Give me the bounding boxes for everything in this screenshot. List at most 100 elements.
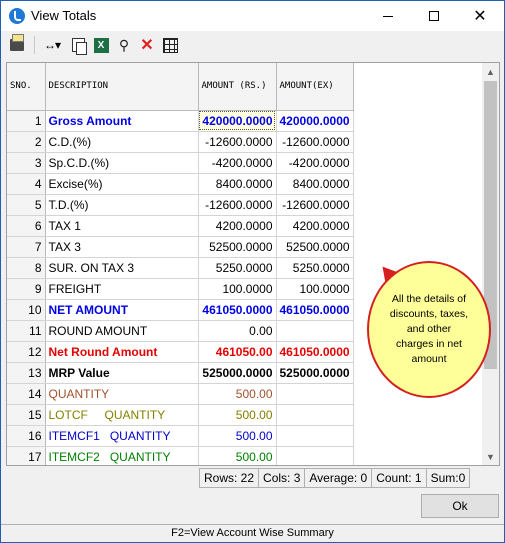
delete-button[interactable]: ✕ — [137, 35, 157, 55]
table-row[interactable]: 11 ROUND AMOUNT 0.00 — [7, 320, 354, 342]
cell-amount[interactable]: -4200.0000 — [198, 152, 277, 174]
cell-description[interactable]: Sp.C.D.(%) — [45, 152, 199, 174]
cell-sno[interactable]: 17 — [7, 446, 46, 465]
export-excel-button[interactable]: X — [91, 35, 111, 55]
table-row[interactable]: 14 QUANTITY 500.00 — [7, 383, 354, 405]
cell-sno[interactable]: 9 — [7, 278, 46, 300]
table-row[interactable]: 2 C.D.(%) -12600.0000 -12600.0000 — [7, 131, 354, 153]
cell-description[interactable]: NET AMOUNT — [45, 299, 199, 321]
table-row[interactable]: 16 ITEMCF1 QUANTITY 500.00 — [7, 425, 354, 447]
cell-description[interactable]: SUR. ON TAX 3 — [45, 257, 199, 279]
cell-amount[interactable]: 8400.0000 — [198, 173, 277, 195]
table-row[interactable]: 10 NET AMOUNT 461050.0000 461050.0000 — [7, 299, 354, 321]
cell-amount-ex[interactable]: -12600.0000 — [276, 131, 354, 153]
cell-amount-ex[interactable]: 461050.0000 — [276, 341, 354, 363]
table-row[interactable]: 17 ITEMCF2 QUANTITY 500.00 — [7, 446, 354, 465]
cell-amount[interactable]: 500.00 — [198, 446, 277, 465]
cell-amount-ex[interactable] — [276, 404, 354, 426]
table-row[interactable]: 7 TAX 3 52500.0000 52500.0000 — [7, 236, 354, 258]
cell-sno[interactable]: 11 — [7, 320, 46, 342]
table-row[interactable]: 6 TAX 1 4200.0000 4200.0000 — [7, 215, 354, 237]
cell-description[interactable]: MRP Value — [45, 362, 199, 384]
table-row[interactable]: 5 T.D.(%) -12600.0000 -12600.0000 — [7, 194, 354, 216]
cell-sno[interactable]: 16 — [7, 425, 46, 447]
copy-button[interactable] — [68, 35, 88, 55]
column-header-sno[interactable]: SNO. — [7, 63, 46, 111]
cell-description[interactable]: TAX 3 — [45, 236, 199, 258]
table-row[interactable]: 4 Excise(%) 8400.0000 8400.0000 — [7, 173, 354, 195]
cell-amount-ex[interactable]: 5250.0000 — [276, 257, 354, 279]
cell-description[interactable]: ROUND AMOUNT — [45, 320, 199, 342]
cell-amount[interactable]: 5250.0000 — [198, 257, 277, 279]
cell-description[interactable]: ITEMCF2 QUANTITY — [45, 446, 199, 465]
cell-amount-ex[interactable] — [276, 425, 354, 447]
cell-amount[interactable]: 461050.00 — [198, 341, 277, 363]
cell-sno[interactable]: 13 — [7, 362, 46, 384]
cell-amount[interactable]: 420000.0000 — [198, 110, 277, 132]
cell-amount-ex[interactable] — [276, 383, 354, 405]
print-button[interactable] — [7, 34, 27, 55]
table-row[interactable]: 13 MRP Value 525000.0000 525000.0000 — [7, 362, 354, 384]
cell-amount-ex[interactable]: 461050.0000 — [276, 299, 354, 321]
table-row[interactable]: 3 Sp.C.D.(%) -4200.0000 -4200.0000 — [7, 152, 354, 174]
cell-description[interactable]: C.D.(%) — [45, 131, 199, 153]
cell-description[interactable]: Net Round Amount — [45, 341, 199, 363]
cell-amount-ex[interactable]: 420000.0000 — [276, 110, 354, 132]
table-row[interactable]: 12 Net Round Amount 461050.00 461050.0000 — [7, 341, 354, 363]
cell-amount-ex[interactable]: 4200.0000 — [276, 215, 354, 237]
cell-amount-ex[interactable]: -4200.0000 — [276, 152, 354, 174]
cell-amount[interactable]: 52500.0000 — [198, 236, 277, 258]
close-button[interactable]: ✕ — [457, 1, 503, 31]
cell-amount-ex[interactable]: -12600.0000 — [276, 194, 354, 216]
cell-description[interactable]: T.D.(%) — [45, 194, 199, 216]
table-row[interactable]: 15 LOTCF QUANTITY 500.00 — [7, 404, 354, 426]
cell-amount[interactable]: 4200.0000 — [198, 215, 277, 237]
cell-description[interactable]: FREIGHT — [45, 278, 199, 300]
find-button[interactable]: ⚲ — [114, 35, 134, 55]
cell-sno[interactable]: 10 — [7, 299, 46, 321]
cell-amount-ex[interactable]: 8400.0000 — [276, 173, 354, 195]
cell-sno[interactable]: 4 — [7, 173, 46, 195]
cell-amount[interactable]: -12600.0000 — [198, 194, 277, 216]
cell-amount[interactable]: 500.00 — [198, 425, 277, 447]
cell-sno[interactable]: 3 — [7, 152, 46, 174]
totals-grid[interactable]: SNO. DESCRIPTION AMOUNT (RS.) AMOUNT(EX)… — [6, 62, 500, 466]
cell-amount[interactable]: 461050.0000 — [198, 299, 277, 321]
cell-amount-ex[interactable] — [276, 446, 354, 465]
maximize-button[interactable] — [411, 1, 457, 31]
vertical-scrollbar[interactable]: ▲ ▼ — [482, 63, 499, 465]
scroll-down-arrow[interactable]: ▼ — [482, 448, 499, 465]
cell-amount[interactable]: 500.00 — [198, 404, 277, 426]
cell-amount[interactable]: 100.0000 — [198, 278, 277, 300]
cell-amount-ex[interactable]: 100.0000 — [276, 278, 354, 300]
scroll-up-arrow[interactable]: ▲ — [482, 63, 499, 80]
cell-sno[interactable]: 1 — [7, 110, 46, 132]
column-header-amount[interactable]: AMOUNT (RS.) — [198, 63, 277, 111]
cell-amount-ex[interactable]: 525000.0000 — [276, 362, 354, 384]
minimize-button[interactable] — [365, 1, 411, 31]
cell-amount[interactable]: 525000.0000 — [198, 362, 277, 384]
cell-amount[interactable]: 500.00 — [198, 383, 277, 405]
cell-amount[interactable]: 0.00 — [198, 320, 277, 342]
table-row[interactable]: 1 Gross Amount 420000.0000 420000.0000 — [7, 110, 354, 132]
table-row[interactable]: 9 FREIGHT 100.0000 100.0000 — [7, 278, 354, 300]
cell-sno[interactable]: 12 — [7, 341, 46, 363]
cell-amount-ex[interactable]: 52500.0000 — [276, 236, 354, 258]
cell-description[interactable]: Excise(%) — [45, 173, 199, 195]
cell-sno[interactable]: 2 — [7, 131, 46, 153]
cell-description[interactable]: ITEMCF1 QUANTITY — [45, 425, 199, 447]
cell-description[interactable]: Gross Amount — [45, 110, 199, 132]
grid-button[interactable] — [160, 35, 180, 55]
cell-description[interactable]: LOTCF QUANTITY — [45, 404, 199, 426]
cell-sno[interactable]: 6 — [7, 215, 46, 237]
column-header-amount-ex[interactable]: AMOUNT(EX) — [276, 63, 354, 111]
cell-amount-ex[interactable] — [276, 320, 354, 342]
cell-description[interactable]: QUANTITY — [45, 383, 199, 405]
cell-sno[interactable]: 15 — [7, 404, 46, 426]
ok-button[interactable]: Ok — [421, 494, 499, 518]
cell-sno[interactable]: 14 — [7, 383, 46, 405]
cell-sno[interactable]: 8 — [7, 257, 46, 279]
table-row[interactable]: 8 SUR. ON TAX 3 5250.0000 5250.0000 — [7, 257, 354, 279]
column-width-button[interactable]: ↔▾ — [39, 35, 65, 55]
cell-amount[interactable]: -12600.0000 — [198, 131, 277, 153]
